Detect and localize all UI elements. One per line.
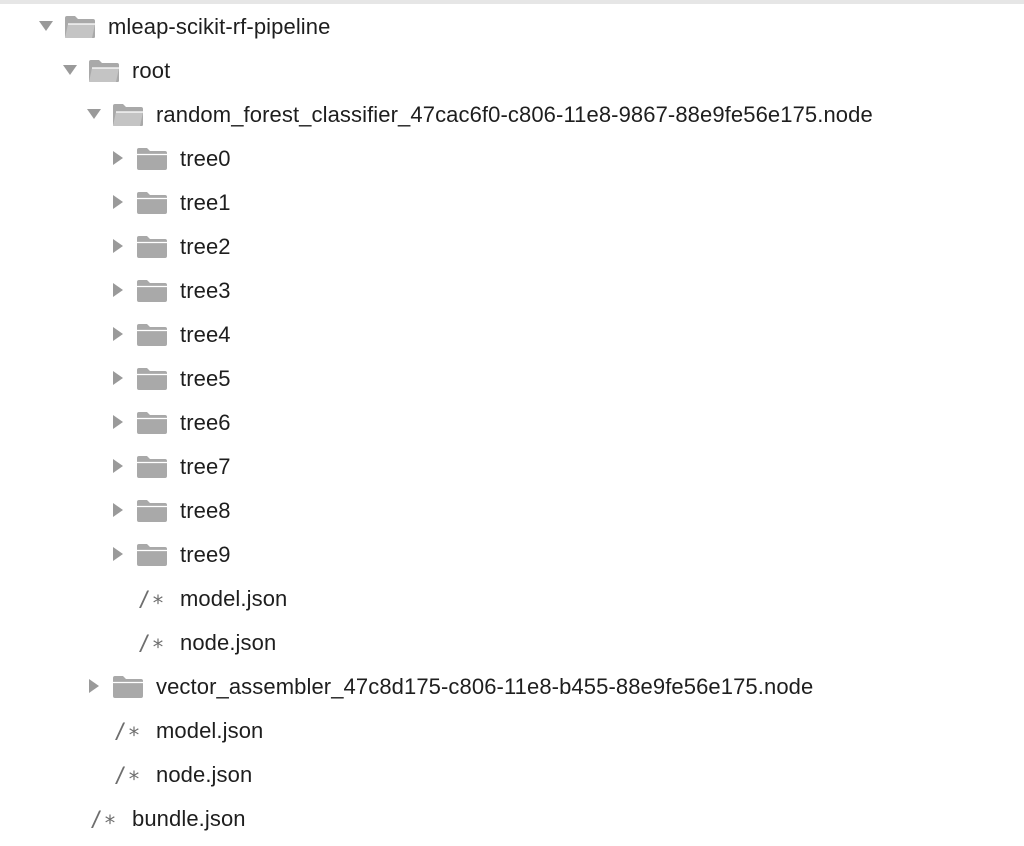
json-file-icon: /∗: [114, 719, 142, 743]
chevron-right-icon[interactable]: [110, 238, 126, 254]
folder-label: tree5: [180, 366, 231, 391]
folder-icon: [136, 235, 168, 259]
tree-item-rf-node-json[interactable]: /∗ node.json: [0, 620, 1024, 664]
tree-item-tree3[interactable]: tree3: [0, 268, 1024, 312]
folder-label: tree2: [180, 234, 231, 259]
tree-item-tree2[interactable]: tree2: [0, 224, 1024, 268]
tree-item-vector-assembler[interactable]: vector_assembler_47c8d175-c806-11e8-b455…: [0, 664, 1024, 708]
json-file-icon: /∗: [90, 807, 118, 831]
tree-item-tree0[interactable]: tree0: [0, 136, 1024, 180]
folder-label: tree6: [180, 410, 231, 435]
folder-icon: [136, 499, 168, 523]
folder-label: root: [132, 58, 171, 83]
chevron-right-icon[interactable]: [110, 546, 126, 562]
folder-open-icon: [112, 103, 144, 127]
chevron-right-icon[interactable]: [110, 370, 126, 386]
json-file-icon: /∗: [114, 763, 142, 787]
folder-label: tree1: [180, 190, 231, 215]
file-label: node.json: [180, 630, 277, 655]
folder-label: random_forest_classifier_47cac6f0-c806-1…: [156, 102, 873, 127]
folder-open-icon: [88, 59, 120, 83]
tree-item-root[interactable]: root: [0, 48, 1024, 92]
chevron-right-icon[interactable]: [110, 458, 126, 474]
tree-item-tree5[interactable]: tree5: [0, 356, 1024, 400]
folder-label: tree7: [180, 454, 231, 479]
folder-icon: [136, 543, 168, 567]
folder-label: vector_assembler_47c8d175-c806-11e8-b455…: [156, 674, 814, 699]
tree-item-tree7[interactable]: tree7: [0, 444, 1024, 488]
tree-item-mleap-scikit-rf-pipeline[interactable]: mleap-scikit-rf-pipeline: [0, 4, 1024, 48]
json-file-icon: /∗: [138, 631, 166, 655]
file-label: node.json: [156, 762, 253, 787]
tree-item-tree6[interactable]: tree6: [0, 400, 1024, 444]
folder-icon: [136, 191, 168, 215]
json-file-icon: /∗: [138, 587, 166, 611]
file-label: model.json: [180, 586, 288, 611]
folder-icon: [112, 675, 144, 699]
tree-item-tree9[interactable]: tree9: [0, 532, 1024, 576]
chevron-right-icon[interactable]: [110, 326, 126, 342]
tree-item-rf-model-json[interactable]: /∗ model.json: [0, 576, 1024, 620]
chevron-right-icon[interactable]: [110, 150, 126, 166]
folder-label: tree3: [180, 278, 231, 303]
chevron-down-icon[interactable]: [62, 62, 78, 78]
tree-item-root-model-json[interactable]: /∗ model.json: [0, 708, 1024, 752]
file-label: bundle.json: [132, 806, 246, 831]
file-tree: mleap-scikit-rf-pipeline root random_for…: [0, 0, 1024, 846]
folder-icon: [136, 367, 168, 391]
chevron-right-icon[interactable]: [86, 678, 102, 694]
tree-item-tree1[interactable]: tree1: [0, 180, 1024, 224]
chevron-down-icon[interactable]: [38, 18, 54, 34]
chevron-right-icon[interactable]: [110, 282, 126, 298]
folder-label: tree9: [180, 542, 231, 567]
folder-label: tree0: [180, 146, 231, 171]
file-label: model.json: [156, 718, 264, 743]
chevron-right-icon[interactable]: [110, 194, 126, 210]
folder-icon: [136, 411, 168, 435]
folder-icon: [136, 323, 168, 347]
folder-open-icon: [64, 15, 96, 39]
folder-icon: [136, 279, 168, 303]
chevron-right-icon[interactable]: [110, 414, 126, 430]
folder-label: tree8: [180, 498, 231, 523]
folder-label: tree4: [180, 322, 231, 347]
tree-item-tree4[interactable]: tree4: [0, 312, 1024, 356]
folder-icon: [136, 147, 168, 171]
tree-item-random-forest-classifier[interactable]: random_forest_classifier_47cac6f0-c806-1…: [0, 92, 1024, 136]
tree-item-bundle-json[interactable]: /∗ bundle.json: [0, 796, 1024, 840]
chevron-right-icon[interactable]: [110, 502, 126, 518]
tree-item-root-node-json[interactable]: /∗ node.json: [0, 752, 1024, 796]
folder-label: mleap-scikit-rf-pipeline: [108, 14, 331, 39]
tree-item-tree8[interactable]: tree8: [0, 488, 1024, 532]
folder-icon: [136, 455, 168, 479]
chevron-down-icon[interactable]: [86, 106, 102, 122]
